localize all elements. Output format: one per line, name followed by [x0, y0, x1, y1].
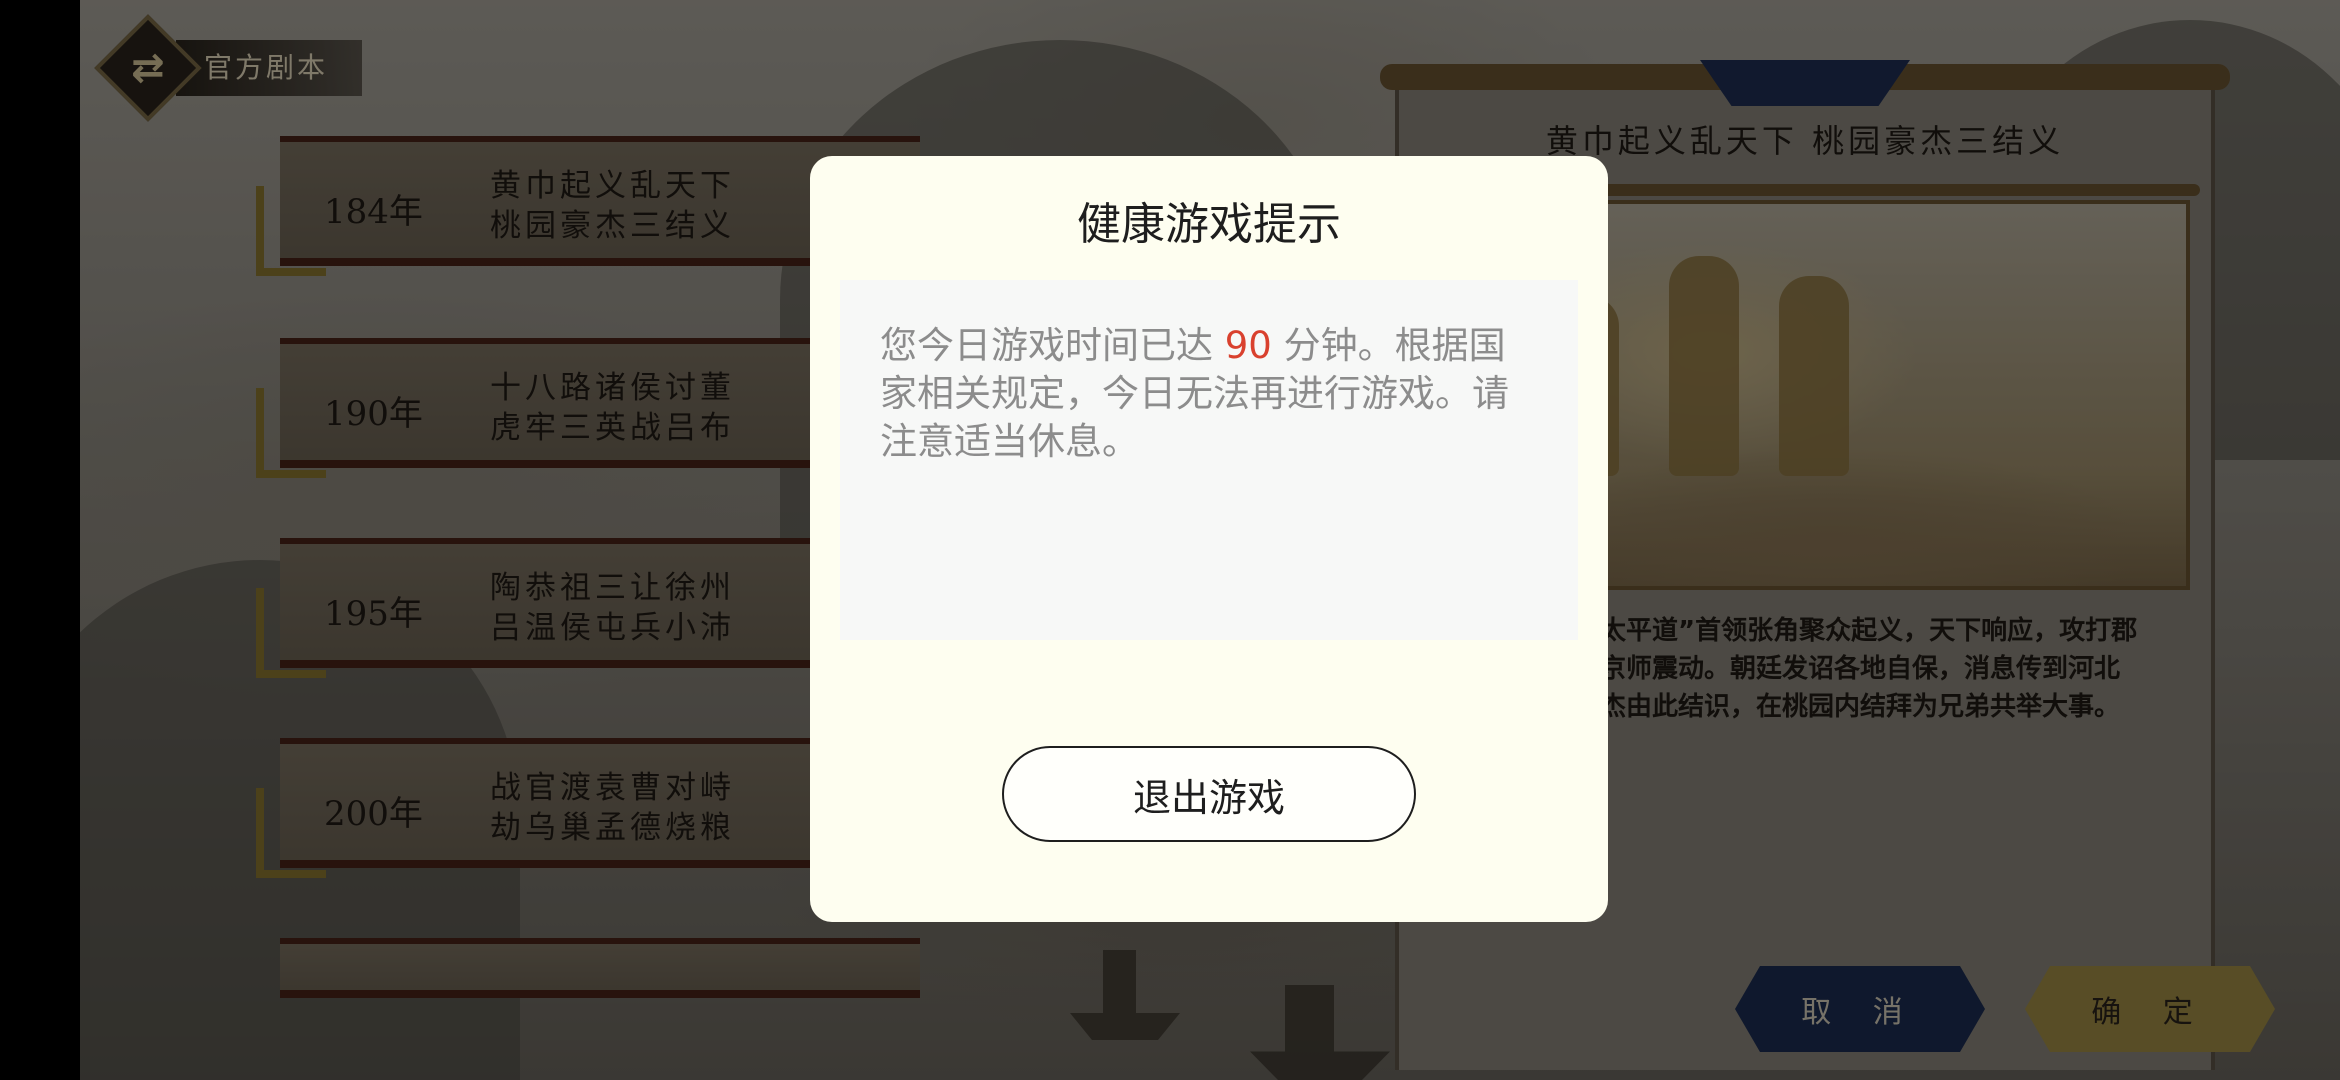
dialog-title: 健康游戏提示 [1077, 199, 1341, 250]
play-minutes: 90 [1224, 324, 1272, 367]
health-game-dialog: 健康游戏提示 您今日游戏时间已达 90 分钟。根据国家相关规定，今日无法再进行游… [810, 156, 1608, 922]
dialog-message: 您今日游戏时间已达 90 分钟。根据国家相关规定，今日无法再进行游戏。请注意适当… [840, 280, 1578, 640]
message-prefix: 您今日游戏时间已达 [880, 324, 1213, 367]
exit-game-button[interactable]: 退出游戏 [1002, 746, 1416, 842]
